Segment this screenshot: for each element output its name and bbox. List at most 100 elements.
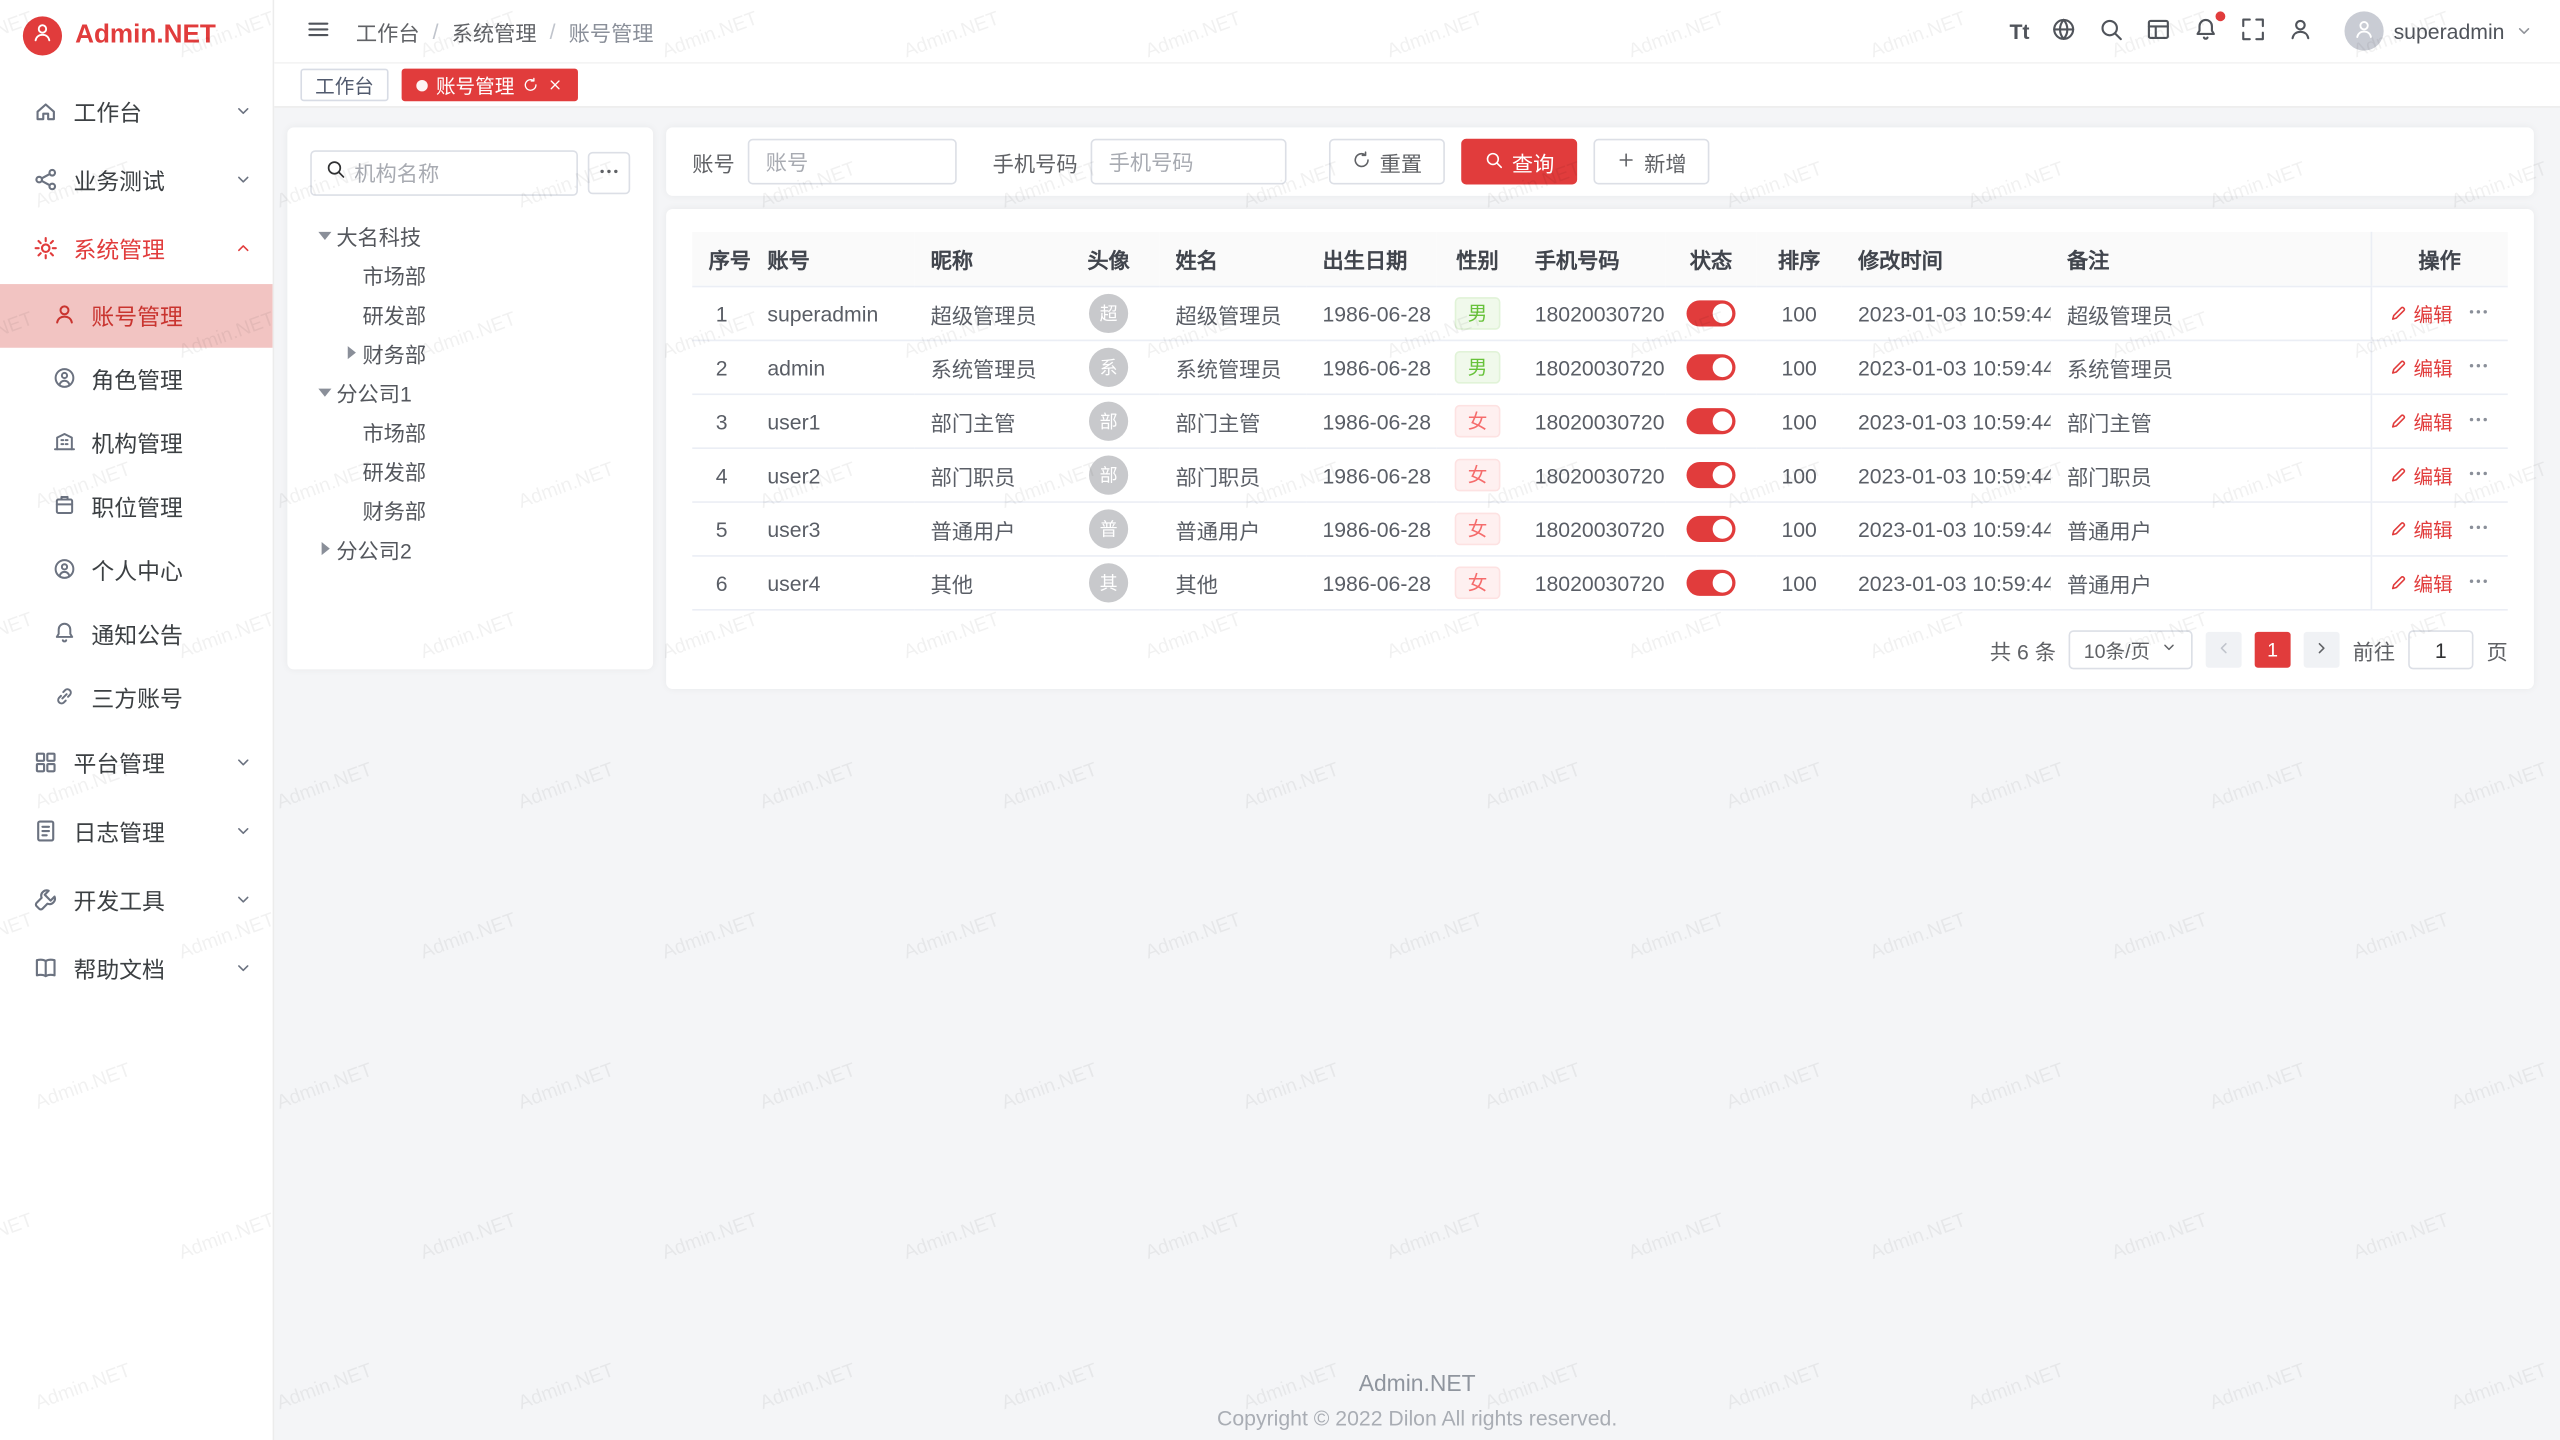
search-button[interactable]: 查询 (1461, 139, 1577, 185)
sidebar-item-system-management[interactable]: 系统管理 (0, 216, 273, 285)
tree-node-label: 分公司2 (336, 533, 411, 564)
sidebar-item-help-docs[interactable]: 帮助文档 (0, 936, 273, 1005)
more-actions-icon (2467, 515, 2490, 543)
page-number-1[interactable]: 1 (2255, 632, 2291, 668)
next-page-button[interactable] (2304, 632, 2340, 668)
tree-node[interactable]: 大名科技 (310, 216, 630, 255)
cell-actions: 编辑 (2371, 448, 2508, 502)
table-row: 6user4其他其其他1986-06-28女180200307201002023… (692, 556, 2508, 610)
more-actions-icon (2467, 300, 2490, 328)
notification-button[interactable] (2188, 11, 2224, 52)
sidebar-menu: 工作台业务测试系统管理账号管理角色管理机构管理职位管理个人中心通知公告三方账号平… (0, 72, 273, 1004)
status-toggle[interactable] (1687, 409, 1736, 435)
edit-button[interactable]: 编辑 (2389, 407, 2453, 435)
cell-birth: 1986-06-28 (1306, 340, 1437, 394)
tab-workbench[interactable]: 工作台 (300, 69, 388, 102)
edit-button[interactable]: 编辑 (2389, 569, 2453, 597)
avatar (2345, 11, 2384, 50)
row-more-button[interactable] (2467, 354, 2490, 382)
bell-icon (52, 620, 76, 649)
edit-icon (2389, 411, 2409, 431)
edit-button[interactable]: 编辑 (2389, 461, 2453, 489)
sidebar-subitem-org-management[interactable]: 机构管理 (0, 411, 273, 475)
tree-expand-caret-icon[interactable] (313, 542, 336, 555)
goto-label: 前往 (2353, 634, 2395, 665)
breadcrumb-item[interactable]: 工作台 (356, 16, 420, 47)
user-menu[interactable]: superadmin (2345, 11, 2534, 50)
brand[interactable]: Admin.NET (0, 0, 273, 72)
tree-expand-caret-icon[interactable] (313, 388, 336, 396)
tree-expand-caret-icon[interactable] (340, 346, 363, 359)
tree-node[interactable]: 财务部 (310, 333, 630, 372)
status-toggle[interactable] (1687, 516, 1736, 542)
tab-account-management[interactable]: 账号管理 (402, 69, 578, 102)
sidebar-subitem-account-management[interactable]: 账号管理 (0, 284, 273, 348)
sidebar-item-platform-management[interactable]: 平台管理 (0, 730, 273, 799)
chevron-down-icon (233, 100, 253, 126)
tree-node[interactable]: 分公司1 (310, 372, 630, 411)
tree-more-button[interactable] (588, 152, 630, 194)
toggle-knob (1713, 520, 1733, 540)
edit-icon (2389, 304, 2409, 324)
menu-collapse-button[interactable] (300, 11, 336, 52)
theme-button[interactable] (2141, 11, 2177, 52)
breadcrumb-item[interactable]: 系统管理 (452, 16, 537, 47)
goto-page-input[interactable] (2408, 630, 2473, 669)
cell-remark: 超级管理员 (2051, 287, 2371, 341)
cell-actions: 编辑 (2371, 394, 2508, 448)
prev-page-button[interactable] (2206, 632, 2242, 668)
row-more-button[interactable] (2467, 300, 2490, 328)
add-button[interactable]: 新增 (1594, 139, 1710, 185)
cell-nickname: 其他 (914, 556, 1058, 610)
tree-node[interactable]: 研发部 (310, 294, 630, 333)
edit-icon (2389, 519, 2409, 539)
column-header-birth: 出生日期 (1306, 232, 1437, 287)
tree-node[interactable]: 研发部 (310, 451, 630, 490)
font-size-button[interactable]: Tt (2005, 14, 2035, 48)
account-filter-input[interactable] (748, 139, 957, 185)
tab-label: 账号管理 (436, 71, 514, 99)
phone-filter-input[interactable] (1091, 139, 1287, 185)
edit-button[interactable]: 编辑 (2389, 515, 2453, 543)
tree-node[interactable]: 市场部 (310, 411, 630, 450)
sidebar-item-business-test[interactable]: 业务测试 (0, 147, 273, 216)
status-toggle[interactable] (1687, 570, 1736, 596)
status-toggle[interactable] (1687, 301, 1736, 327)
row-more-button[interactable] (2467, 461, 2490, 489)
tree-node[interactable]: 财务部 (310, 490, 630, 529)
org-search-input[interactable] (354, 161, 563, 185)
account-button[interactable] (2283, 11, 2319, 52)
sidebar-item-workbench[interactable]: 工作台 (0, 78, 273, 147)
reset-button[interactable]: 重置 (1329, 139, 1445, 185)
cell-avatar: 超 (1058, 287, 1159, 341)
row-more-button[interactable] (2467, 407, 2490, 435)
row-more-button[interactable] (2467, 569, 2490, 597)
sidebar-subitem-position-management[interactable]: 职位管理 (0, 475, 273, 539)
sidebar-subitem-personal-center[interactable]: 个人中心 (0, 539, 273, 603)
tree-expand-caret-icon[interactable] (313, 231, 336, 239)
sidebar-item-log-management[interactable]: 日志管理 (0, 798, 273, 867)
status-toggle[interactable] (1687, 463, 1736, 489)
user-icon (52, 301, 76, 330)
edit-button[interactable]: 编辑 (2389, 354, 2453, 382)
org-search-field[interactable] (310, 150, 578, 196)
pagination-total: 共 6 条 (1990, 634, 2056, 665)
sidebar-subitem-third-party-account[interactable]: 三方账号 (0, 666, 273, 730)
cell-account: admin (751, 340, 914, 394)
page-size-select[interactable]: 10条/页 (2069, 630, 2193, 669)
language-button[interactable] (2046, 11, 2082, 52)
cell-modified: 2023-01-03 10:59:44 (1842, 502, 2051, 556)
sidebar-subitem-notice[interactable]: 通知公告 (0, 602, 273, 666)
tree-node[interactable]: 市场部 (310, 255, 630, 294)
tree-node[interactable]: 分公司2 (310, 529, 630, 568)
status-toggle[interactable] (1687, 355, 1736, 381)
fullscreen-button[interactable] (2235, 11, 2271, 52)
sidebar-item-dev-tools[interactable]: 开发工具 (0, 867, 273, 936)
row-more-button[interactable] (2467, 515, 2490, 543)
cell-name: 部门主管 (1159, 394, 1306, 448)
sidebar-subitem-role-management[interactable]: 角色管理 (0, 348, 273, 412)
cell-phone: 18020030720 (1518, 448, 1665, 502)
sidebar-subitem-label: 个人中心 (91, 554, 253, 587)
search-button[interactable] (2093, 11, 2129, 52)
edit-button[interactable]: 编辑 (2389, 300, 2453, 328)
